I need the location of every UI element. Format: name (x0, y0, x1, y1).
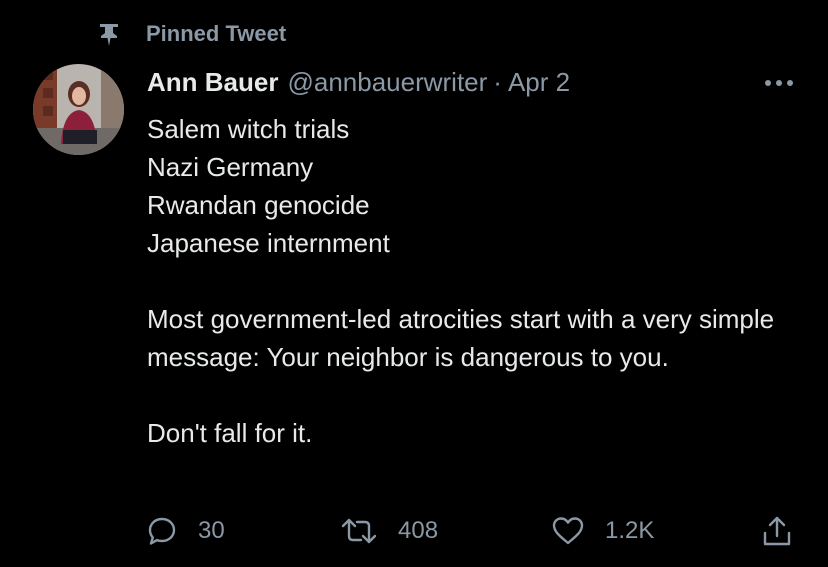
more-button[interactable] (762, 72, 796, 94)
avatar[interactable] (33, 64, 124, 155)
reply-count: 30 (198, 517, 225, 544)
tweet-paragraph: Most government-led atrocities start wit… (147, 304, 775, 372)
pinned-label: Pinned Tweet (146, 21, 287, 46)
tweet-line: Japanese internment (147, 228, 390, 258)
more-icon (764, 74, 794, 92)
retweet-count: 408 (398, 517, 439, 544)
retweet-button[interactable]: 408 (340, 508, 438, 554)
heart-icon (551, 515, 585, 547)
share-button[interactable] (760, 508, 794, 554)
like-count: 1.2K (605, 517, 655, 544)
author-name[interactable]: Ann Bauer (147, 67, 278, 98)
like-button[interactable]: 1.2K (551, 508, 654, 554)
tweet-header: Ann Bauer @annbauerwriter · Apr 2 (147, 64, 570, 100)
tweet-date[interactable]: Apr 2 (508, 67, 570, 98)
tweet-line: Nazi Germany (147, 152, 314, 182)
author-handle[interactable]: @annbauerwriter (287, 67, 487, 98)
tweet-line: Salem witch trials (147, 114, 350, 144)
pin-icon (96, 21, 122, 47)
tweet-line: Rwandan genocide (147, 190, 370, 220)
tweet-closing: Don't fall for it. (147, 418, 313, 448)
meta-separator: · (493, 66, 502, 97)
share-icon (760, 514, 794, 548)
tweet-text: Salem witch trials Nazi Germany Rwandan … (147, 110, 787, 452)
retweet-icon (340, 515, 378, 547)
tweet-actions: 30 408 1.2K (0, 508, 828, 554)
reply-icon (146, 515, 178, 547)
pinned-indicator: Pinned Tweet (96, 18, 286, 50)
reply-button[interactable]: 30 (146, 508, 225, 554)
